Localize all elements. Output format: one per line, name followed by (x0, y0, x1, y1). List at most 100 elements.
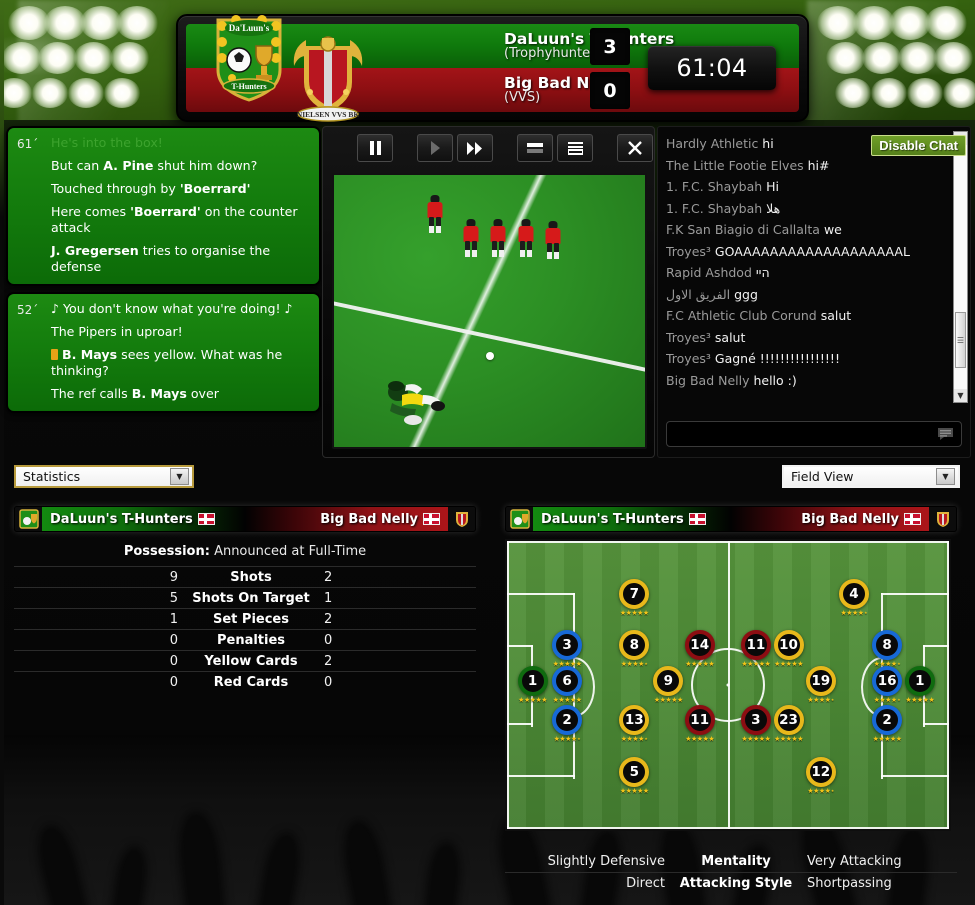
player-marker[interactable]: 11 ★★★★★ (740, 630, 771, 668)
commentary-lines: He's into the box! But can A. Pine shut h… (51, 135, 310, 275)
player-marker[interactable]: 6 ★★★★★ (552, 666, 583, 704)
layout-wide-icon (527, 142, 543, 154)
player-star-rating: ★★★★⋆ (553, 734, 581, 743)
chat-scrollbar[interactable]: ▲ ☰ ▼ (953, 131, 968, 403)
play-button[interactable] (417, 134, 453, 162)
statistic-row: 1 Set Pieces 2 (14, 608, 476, 629)
disable-chat-button[interactable]: Disable Chat (871, 135, 966, 156)
player-marker[interactable]: 11 ★★★★★ (684, 704, 715, 743)
player-marker[interactable]: 8 ★★★★⋆ (619, 630, 650, 668)
player-marker[interactable]: 3 ★★★★★ (740, 704, 771, 743)
chevron-down-icon[interactable]: ▼ (170, 468, 189, 485)
chat-message: Rapid Ashdod היי (666, 262, 946, 284)
player-marker[interactable]: 1 ★★★★★ (517, 666, 548, 704)
svg-text:NIELSEN VVS BK: NIELSEN VVS BK (297, 110, 360, 119)
player-star-rating: ★★★★⋆ (873, 696, 901, 704)
chat-input[interactable] (667, 422, 929, 446)
commentary-minute: 61´ (17, 137, 39, 151)
player-marker[interactable]: 12 ★★★★⋆ (805, 756, 836, 795)
chat-scroll-down-icon[interactable]: ▼ (954, 389, 967, 402)
chat-bubble-icon[interactable] (937, 427, 954, 445)
fast-forward-icon (466, 141, 484, 155)
home-score: 3 (590, 28, 630, 65)
player-number-badge: 16 (872, 666, 903, 696)
pause-button[interactable] (357, 134, 393, 162)
player-star-rating: ★★★★★ (685, 660, 715, 668)
player-marker[interactable]: 5 ★★★★★ (619, 756, 650, 795)
statistic-label: Shots (230, 569, 272, 585)
field-home-team-name: DaLuun's T-Hunters (541, 511, 684, 527)
statistic-row: 0 Red Cards 0 (14, 671, 476, 692)
stats-away-crest-icon (448, 507, 475, 531)
chevron-down-icon[interactable]: ▼ (936, 468, 955, 485)
layout-split-button[interactable] (557, 134, 593, 162)
svg-text:T-Hunters: T-Hunters (231, 82, 266, 91)
floodlight-lamp (862, 42, 901, 74)
statistic-away-value: 2 (324, 611, 333, 627)
statistic-away-value: 2 (324, 569, 333, 585)
player-number-badge: 3 (552, 630, 583, 660)
goal-box-right-bottom (923, 723, 949, 725)
player-marker[interactable]: 9 ★★★★★ (653, 666, 684, 704)
player-marker[interactable]: 3 ★★★★★ (552, 630, 583, 668)
chat-input-wrap[interactable] (666, 421, 962, 447)
player-marker[interactable]: 2 ★★★★★ (872, 704, 903, 743)
chat-message-text: hello :) (753, 372, 797, 388)
floodlight-lamp (2, 42, 41, 74)
close-button[interactable] (617, 134, 653, 162)
player-marker[interactable]: 8 ★★★★⋆ (872, 630, 903, 668)
commentary-line: Touched through by 'Boerrard' (51, 180, 251, 196)
player-star-rating: ★★★★★ (653, 696, 683, 704)
player-marker[interactable]: 7 ★★★★★ (619, 579, 650, 617)
chat-message-author: 1. F.C. Shaybah (666, 200, 767, 216)
formation-pitch[interactable]: 1 ★★★★★ 3 ★★★★★ 6 ★★★★★ 2 ★★★★⋆ 7 ★★★★★ 8 ★★★★⋆ 9 ★★★… (505, 539, 951, 831)
penalty-box-left-top (507, 593, 575, 595)
player-marker[interactable]: 23 ★★★★★ (773, 704, 804, 743)
layout-wide-button[interactable] (517, 134, 553, 162)
commentary-feed: 61´ He's into the box! But can A. Pine shu… (6, 126, 321, 454)
player-marker[interactable]: 4 ★★★★⋆ (838, 579, 869, 617)
away-score: 0 (590, 72, 630, 109)
player-marker[interactable]: 16 ★★★★⋆ (872, 666, 903, 704)
player-star-rating: ★★★★⋆ (807, 786, 835, 795)
player-marker[interactable]: 14 ★★★★★ (684, 630, 715, 668)
possession-row: Possession: Announced at Full-Time (14, 544, 476, 566)
tactic-home-value: Slightly Defensive (547, 854, 665, 869)
left-edge-accent (0, 0, 4, 905)
player-marker[interactable]: 10 ★★★★★ (773, 630, 804, 668)
player-marker[interactable]: 13 ★★★★⋆ (619, 704, 650, 743)
player-marker[interactable]: 2 ★★★★⋆ (552, 704, 583, 743)
player-star-rating: ★★★★⋆ (807, 696, 835, 704)
field-view-dropdown-value: Field View (791, 469, 854, 484)
match-viewer (322, 126, 655, 458)
crowd-hand-silhouette (343, 823, 389, 905)
player-number-badge: 2 (552, 704, 583, 735)
chat-message-author: Troyes³ (666, 243, 715, 259)
floodlight-lamp (32, 78, 68, 108)
crowd-hand-silhouette (37, 827, 85, 905)
chat-message: F.C Athletic Club Corund salut (666, 305, 946, 327)
crowd-hand-silhouette (260, 835, 300, 905)
commentary-event: 52´ ♪ You don't know what you're doing! ♪… (6, 291, 321, 413)
player-star-rating: ★★★★★ (518, 696, 548, 704)
floodlight-lamp (817, 6, 859, 40)
stats-home-team-block: DaLuun's T-Hunters (42, 507, 245, 531)
player-star-rating: ★★★★★ (552, 696, 582, 704)
player-marker[interactable]: 1 ★★★★★ (904, 666, 935, 704)
player-marker[interactable]: 19 ★★★★⋆ (805, 666, 836, 704)
player-star-rating: ★★★★★ (774, 734, 803, 743)
commentary-line: J. Gregersen tries to organise the defen… (51, 242, 271, 274)
tactic-label: Mentality (701, 854, 771, 869)
denmark-flag-icon (904, 513, 921, 525)
chat-scrollbar-thumb[interactable]: ☰ (955, 312, 966, 368)
chat-message: Troyes³ GOAAAAAAAAAAAAAAAAAAAL (666, 241, 946, 263)
denmark-flag-icon (688, 513, 706, 525)
match-animation-view[interactable] (332, 173, 647, 449)
scoreboard: Da'Luun's T-Hunters NIELSEN VVS BK DaLuu… (176, 14, 809, 122)
floodlight-lamp (104, 78, 140, 108)
fast-forward-button[interactable] (457, 134, 493, 162)
statistics-view-dropdown[interactable]: Statistics ▼ (14, 465, 194, 488)
field-view-dropdown[interactable]: Field View ▼ (782, 465, 960, 488)
statistics-team-header: DaLuun's T-Hunters Big Bad Nelly (14, 506, 476, 532)
statistic-row: 5 Shots On Target 1 (14, 587, 476, 608)
